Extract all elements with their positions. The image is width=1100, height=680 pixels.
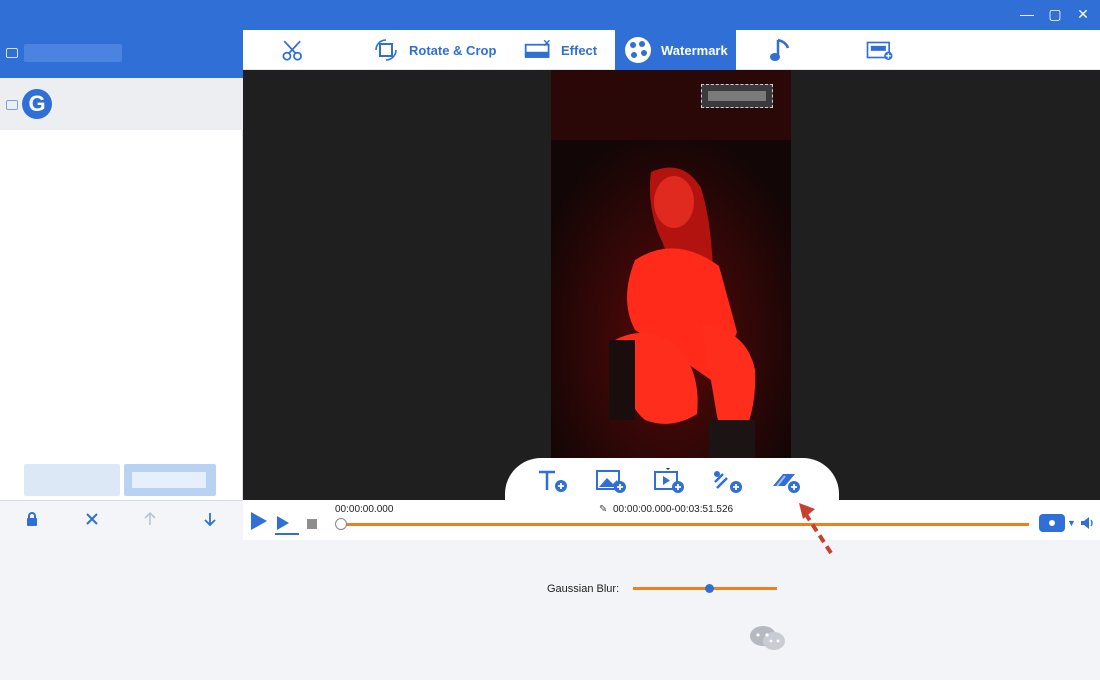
watermark-blur-region xyxy=(708,91,766,101)
watermark-area-box[interactable] xyxy=(701,84,773,108)
file-list-toolbar xyxy=(0,500,243,540)
tab-effect-label: Effect xyxy=(561,42,598,58)
file-list-title xyxy=(24,44,122,62)
add-video-button[interactable] xyxy=(653,465,687,494)
playback-timeline: 00:00:00.000 ✎ 00:00:00.000-00:03:51.526… xyxy=(243,500,1100,540)
move-down-button[interactable] xyxy=(200,511,220,531)
volume-button[interactable] xyxy=(1079,515,1095,531)
video-figure-image xyxy=(551,140,791,500)
add-text-icon xyxy=(539,470,567,492)
title-bar: — ▢ ✕ xyxy=(0,0,1100,30)
eraser-icon xyxy=(773,474,800,493)
speaker-icon xyxy=(1081,517,1093,529)
stop-button[interactable] xyxy=(307,519,317,529)
editor-tabs: Rotate & Crop Effect Watermark xyxy=(243,30,1100,70)
gaussian-blur-label: Gaussian Blur: xyxy=(547,583,620,595)
image-icon xyxy=(6,48,18,58)
play-preview-underline xyxy=(275,533,299,535)
add-image-button[interactable] xyxy=(595,468,629,494)
lock-icon xyxy=(27,512,37,526)
edit-range-icon[interactable]: ✎ xyxy=(599,504,607,515)
file-list-panel: G xyxy=(0,30,243,540)
video-editor-window: — ▢ ✕ G Rotate & Crop Effect Watermark 0… xyxy=(0,0,1100,680)
snapshot-dropdown-icon[interactable]: ▼ xyxy=(1067,518,1076,528)
subtitle-icon xyxy=(865,37,895,63)
close-icon xyxy=(86,513,98,525)
tab-rotate-crop[interactable]: Rotate & Crop xyxy=(363,30,504,70)
lock-button[interactable] xyxy=(22,511,42,531)
tab-watermark-label: Watermark xyxy=(661,42,728,58)
watermark-icon xyxy=(623,37,653,63)
snapshot-button[interactable] xyxy=(1039,514,1065,532)
move-up-button[interactable] xyxy=(140,511,160,531)
image-icon xyxy=(6,100,18,110)
add-shape-button[interactable] xyxy=(711,468,745,494)
minimize-button[interactable]: — xyxy=(1020,4,1034,24)
add-text-button[interactable] xyxy=(537,468,571,494)
tab-audio[interactable] xyxy=(757,30,811,70)
watermark-settings-panel: Gaussian Blur: xyxy=(0,540,1100,680)
crop-rotate-icon xyxy=(371,37,401,63)
effect-icon xyxy=(523,37,553,63)
add-shape-icon xyxy=(714,471,742,493)
arrow-down-icon xyxy=(204,513,216,527)
watermark-tools-bar xyxy=(505,458,839,500)
app-logo: G xyxy=(22,89,52,119)
thumbnail-preview xyxy=(132,472,206,488)
tab-effect[interactable]: Effect xyxy=(515,30,605,70)
tab-cut[interactable] xyxy=(271,30,325,70)
file-list-header[interactable] xyxy=(0,30,243,78)
file-list-item[interactable]: G xyxy=(0,78,243,130)
add-blur-area-button[interactable] xyxy=(769,468,803,494)
timeline-playhead[interactable] xyxy=(335,518,347,530)
add-video-icon xyxy=(654,465,684,493)
video-preview xyxy=(243,70,1100,500)
current-time: 00:00:00.000 xyxy=(335,504,394,515)
camera-icon xyxy=(1047,518,1057,528)
window-controls: — ▢ ✕ xyxy=(1020,4,1090,24)
add-image-icon xyxy=(596,470,626,493)
arrow-up-icon xyxy=(144,511,156,525)
close-button[interactable]: ✕ xyxy=(1076,4,1090,24)
thumbnail[interactable] xyxy=(24,464,120,496)
clip-range: 00:00:00.000-00:03:51.526 xyxy=(613,504,734,515)
play-button[interactable] xyxy=(251,512,267,530)
maximize-button[interactable]: ▢ xyxy=(1048,4,1062,24)
video-frame[interactable] xyxy=(551,70,791,500)
remove-button[interactable] xyxy=(82,511,102,531)
thumbnail-selected[interactable] xyxy=(124,464,216,496)
tab-subtitle[interactable] xyxy=(857,30,911,70)
chat-bubbles-icon xyxy=(748,623,788,653)
timeline-track[interactable] xyxy=(339,523,1029,526)
gaussian-blur-slider-knob[interactable] xyxy=(704,584,714,593)
music-note-icon xyxy=(765,37,795,63)
play-preview-button[interactable] xyxy=(277,516,289,530)
tab-rotate-crop-label: Rotate & Crop xyxy=(409,42,497,58)
scissors-icon xyxy=(279,37,309,63)
tab-watermark[interactable]: Watermark xyxy=(615,30,736,70)
